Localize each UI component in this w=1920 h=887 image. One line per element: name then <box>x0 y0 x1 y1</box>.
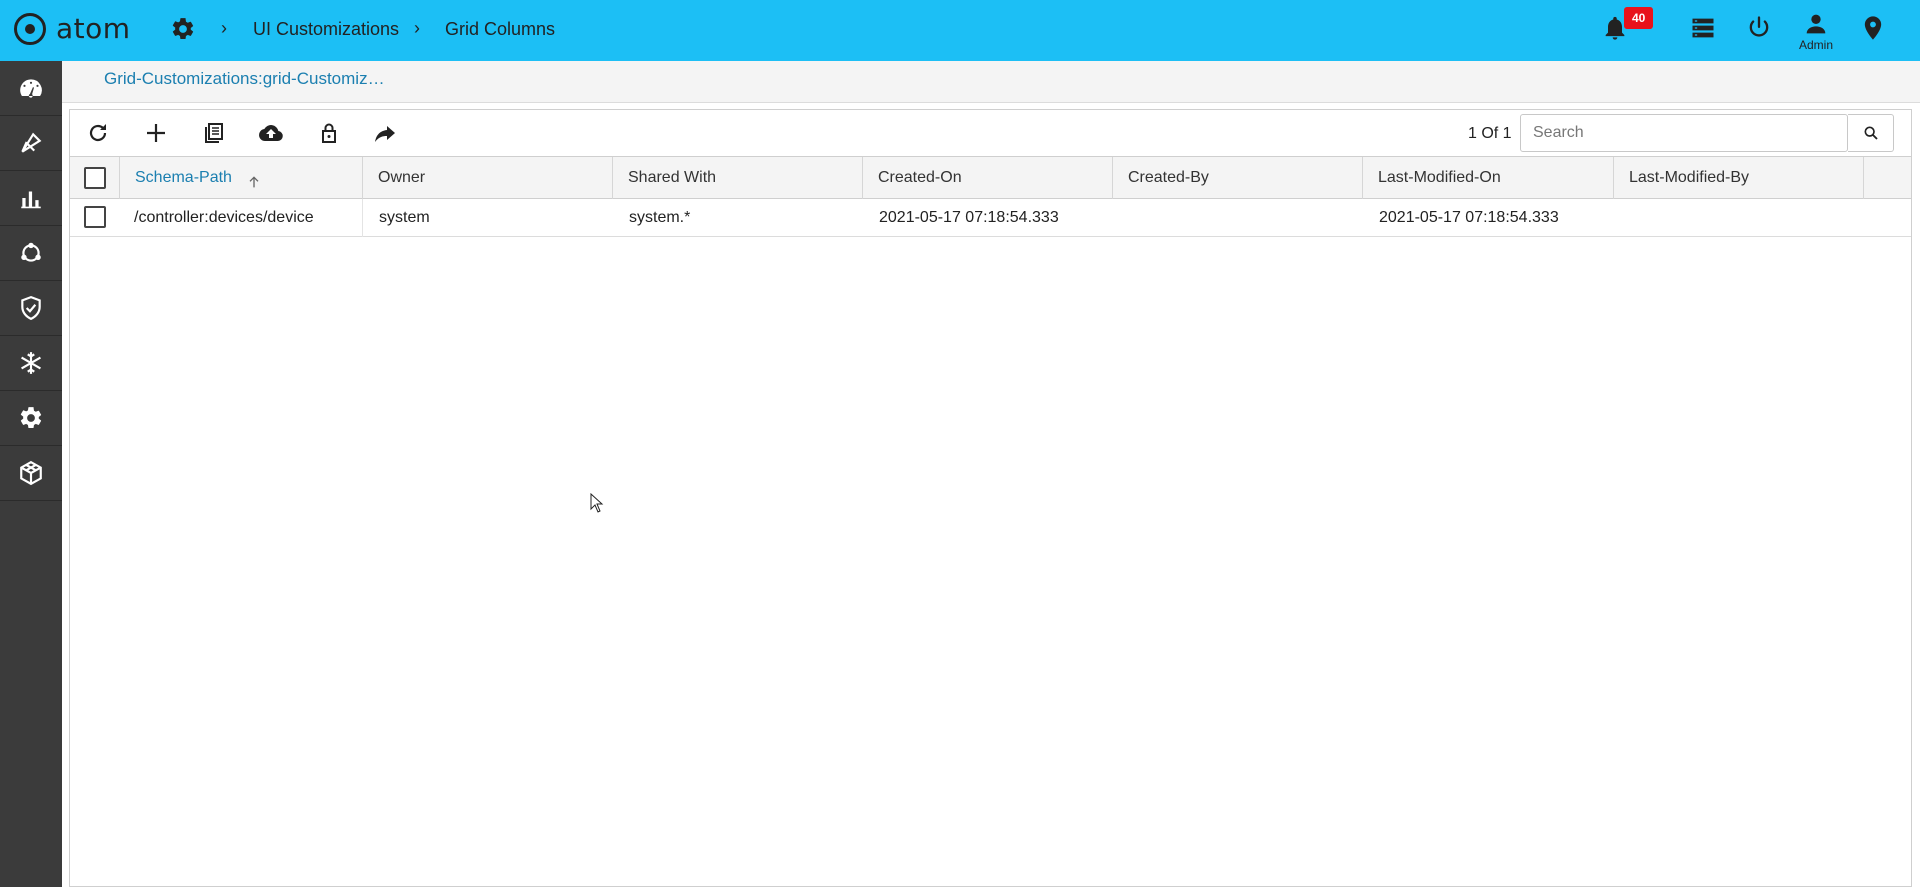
atom-logo-icon <box>14 12 46 45</box>
refresh-button[interactable] <box>84 119 112 147</box>
location-pin-icon[interactable] <box>1859 14 1887 42</box>
cell-shared-with: system.* <box>629 209 691 226</box>
list-icon[interactable] <box>1689 14 1717 42</box>
select-all-column <box>70 157 120 199</box>
column-header-created-on[interactable]: Created-On <box>863 157 1113 199</box>
grid-header: Schema-Path Owner Shared With Created-On… <box>70 157 1911 199</box>
search-button[interactable] <box>1848 114 1894 152</box>
brand-name: atom <box>56 12 131 45</box>
column-header-owner[interactable]: Owner <box>363 157 613 199</box>
plus-icon <box>147 124 165 142</box>
sidebar-item-packages[interactable] <box>0 446 62 501</box>
refresh-icon <box>89 124 107 142</box>
cloud-upload-icon <box>259 125 283 141</box>
top-bar: atom › UI Customizations › Grid Columns … <box>0 0 1920 61</box>
search-box <box>1520 114 1849 152</box>
dashboard-gauge-icon <box>20 79 42 98</box>
column-header-shared-with[interactable]: Shared With <box>613 157 863 199</box>
search-input[interactable] <box>1521 115 1849 151</box>
design-tools-icon <box>21 132 42 153</box>
user-icon[interactable] <box>1802 10 1830 38</box>
column-header-label: Owner <box>378 169 426 186</box>
column-header-schema-path[interactable]: Schema-Path <box>120 157 363 199</box>
mouse-cursor-icon <box>590 493 604 513</box>
sidebar-item-analytics[interactable] <box>0 171 62 226</box>
pager-label: 1 Of 1 <box>1468 125 1512 142</box>
topology-icon <box>21 242 41 262</box>
breadcrumb-ui-customizations[interactable]: UI Customizations <box>253 19 399 40</box>
app-logo[interactable]: atom <box>14 12 131 45</box>
cell-schema-path: /controller:devices/device <box>120 199 363 237</box>
cell-last-modified-on: 2021-05-17 07:18:54.333 <box>1379 209 1559 226</box>
column-header-label: Last-Modified-On <box>1378 169 1501 186</box>
row-select-checkbox[interactable] <box>84 206 106 228</box>
sidebar-item-design[interactable] <box>0 116 62 171</box>
breadcrumb-grid-columns[interactable]: Grid Columns <box>445 19 555 40</box>
select-all-checkbox[interactable] <box>84 167 106 189</box>
content-header: Grid-Customizations:grid-Customiz… <box>62 61 1920 103</box>
sidebar-item-dashboard[interactable] <box>0 61 62 116</box>
sidebar-item-topology[interactable] <box>0 226 62 281</box>
upload-button[interactable] <box>257 119 285 147</box>
copy-list-icon <box>205 123 223 143</box>
gear-icon <box>20 407 42 429</box>
column-header-label: Last-Modified-By <box>1629 169 1750 186</box>
add-button[interactable] <box>142 119 170 147</box>
breadcrumb-chevron-icon: › <box>414 18 420 38</box>
power-icon[interactable] <box>1745 14 1773 42</box>
user-label: Admin <box>1799 38 1834 52</box>
column-header-label: Created-On <box>878 169 962 186</box>
shield-check-icon <box>21 296 41 321</box>
share-arrow-icon <box>375 126 395 142</box>
sort-ascending-icon[interactable] <box>246 174 262 190</box>
column-header-last-modified-by[interactable]: Last-Modified-By <box>1614 157 1864 199</box>
cube-icon <box>20 460 42 486</box>
lock-icon <box>322 123 336 143</box>
sidebar <box>0 61 62 887</box>
sidebar-item-security[interactable] <box>0 281 62 336</box>
breadcrumb-chevron-icon: › <box>221 18 227 38</box>
sidebar-item-resources[interactable] <box>0 336 62 391</box>
column-header-label: Shared With <box>628 169 717 186</box>
column-header-last-modified-on[interactable]: Last-Modified-On <box>1363 157 1614 199</box>
column-header-created-by[interactable]: Created-By <box>1113 157 1363 199</box>
snowflake-icon <box>21 352 41 374</box>
search-icon <box>1864 126 1878 140</box>
column-header-label: Created-By <box>1128 169 1209 186</box>
table-row[interactable]: /controller:devices/device system system… <box>70 199 1911 237</box>
cell-owner: system <box>379 209 430 226</box>
cell-created-on: 2021-05-17 07:18:54.333 <box>879 209 1059 226</box>
grid-panel: 1 Of 1 Schema-Path Owner Shared With <box>69 109 1912 887</box>
page-breadcrumb[interactable]: Grid-Customizations:grid-Customiz… <box>104 69 385 89</box>
sidebar-item-settings[interactable] <box>0 391 62 446</box>
cell-created-by <box>1113 199 1363 237</box>
bar-chart-icon <box>21 191 41 209</box>
settings-gear-icon[interactable] <box>170 16 196 42</box>
lock-button[interactable] <box>315 119 343 147</box>
share-button[interactable] <box>371 119 399 147</box>
cell-last-modified-by <box>1614 199 1864 237</box>
grid-toolbar: 1 Of 1 <box>70 110 1911 157</box>
notification-badge: 40 <box>1624 7 1654 29</box>
copy-button[interactable] <box>200 119 228 147</box>
column-header-label: Schema-Path <box>135 169 232 186</box>
